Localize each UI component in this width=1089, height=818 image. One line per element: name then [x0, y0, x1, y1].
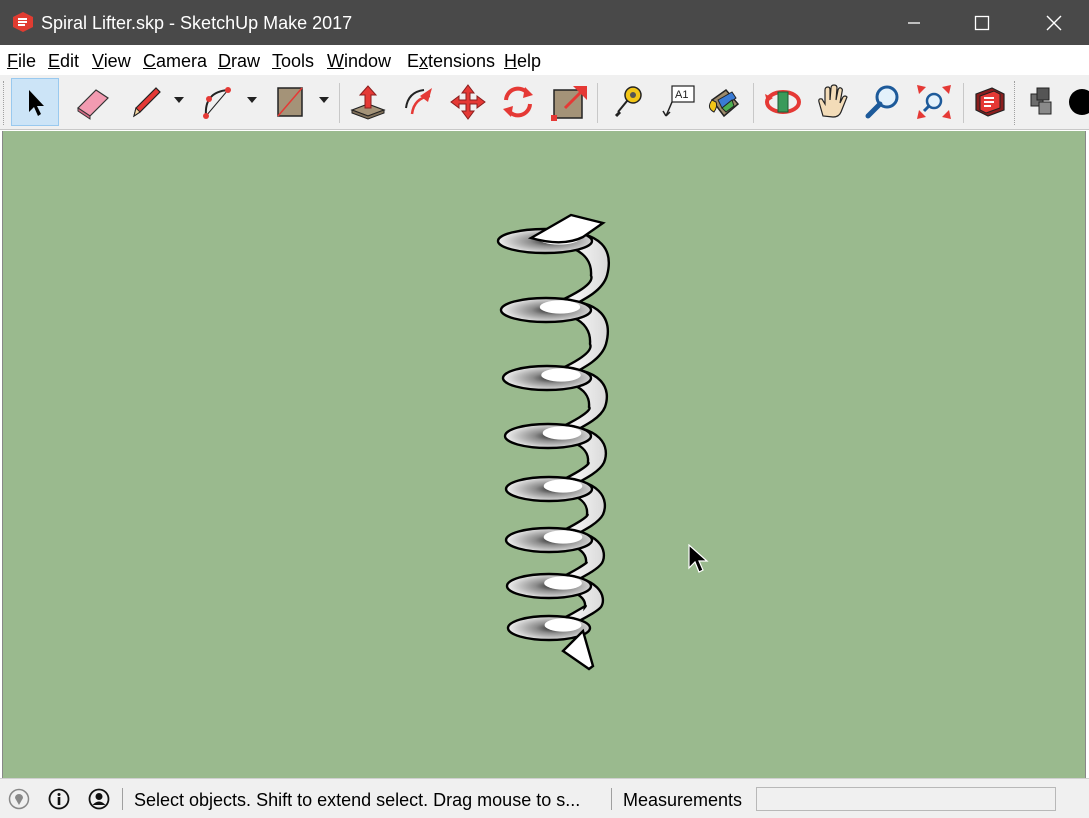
menu-tools[interactable]: Tools [272, 51, 314, 71]
zoom-extents-tool-button[interactable] [910, 78, 958, 126]
menu-bar: File Edit View Camera Draw Tools Window … [0, 45, 1089, 75]
toolbar-separator [753, 83, 754, 123]
toolbar-separator [963, 83, 964, 123]
pan-tool-button[interactable] [809, 78, 857, 126]
text-label-icon: A1 [658, 82, 698, 122]
tape-measure-icon [606, 82, 646, 122]
rotate-tool-button[interactable] [494, 78, 542, 126]
menu-file[interactable]: File [7, 51, 36, 71]
window-title: Spiral Lifter.skp - SketchUp Make 2017 [41, 13, 353, 33]
info-icon[interactable] [47, 787, 71, 811]
user-account-icon[interactable] [87, 787, 111, 811]
status-separator [611, 788, 612, 810]
magnifier-icon [863, 82, 903, 122]
rectangle-tool-dropdown[interactable] [317, 93, 331, 107]
scale-icon [549, 82, 589, 122]
paint-bucket-tool-button[interactable] [700, 78, 748, 126]
black-circle-icon [1062, 85, 1089, 119]
svg-text:A1: A1 [675, 89, 688, 101]
status-message: Select objects. Shift to extend select. … [134, 790, 581, 810]
maximize-button[interactable] [959, 0, 1005, 45]
move-tool-button[interactable] [444, 78, 492, 126]
toolbar-separator [339, 83, 340, 123]
styles-tool-button[interactable] [1055, 78, 1089, 126]
push-pull-tool-button[interactable] [344, 78, 392, 126]
rectangle-tool-button[interactable] [266, 78, 314, 126]
status-bar: Select objects. Shift to extend select. … [0, 778, 1089, 818]
helix-flight-highlight [543, 479, 583, 493]
menu-edit[interactable]: Edit [48, 51, 79, 71]
helix-flight-highlight [544, 576, 582, 590]
maximize-icon [974, 15, 990, 31]
arc-tool-button[interactable] [194, 78, 242, 126]
arrow-cursor-icon [20, 86, 50, 118]
offset-tool-button[interactable] [394, 78, 442, 126]
close-icon [1046, 15, 1062, 31]
sketchup-logo-icon [11, 11, 35, 33]
scale-tool-button[interactable] [545, 78, 593, 126]
helix-flight-highlight [543, 530, 583, 544]
offset-icon [398, 82, 438, 122]
minimize-icon [906, 15, 922, 31]
helix-flight-highlight [544, 618, 582, 632]
zoom-tool-button[interactable] [859, 78, 907, 126]
push-pull-icon [348, 82, 388, 122]
rotate-icon [498, 82, 538, 122]
rectangle-icon [270, 82, 310, 122]
toolbar-grip[interactable] [1014, 81, 1017, 125]
orbit-tool-button[interactable] [759, 78, 807, 126]
measurements-label: Measurements [623, 790, 743, 810]
arc-tool-dropdown[interactable] [245, 93, 259, 107]
spiral-lifter-model[interactable] [3, 131, 1086, 778]
warehouse-tool-button[interactable] [966, 78, 1014, 126]
toolbar-grip[interactable] [3, 81, 6, 125]
zoom-extents-icon [914, 82, 954, 122]
large-tool-set-toolbar: A1 [0, 75, 1089, 130]
arc-icon [198, 82, 238, 122]
orbit-icon [763, 82, 803, 122]
eraser-icon [72, 82, 112, 122]
helix-flight-highlight [542, 426, 582, 440]
eraser-tool-button[interactable] [68, 78, 116, 126]
measurements-input[interactable] [756, 787, 1056, 811]
helix-flight-highlight [541, 368, 581, 382]
mouse-cursor-icon [688, 543, 710, 581]
select-tool-button[interactable] [11, 78, 59, 126]
line-tool-dropdown[interactable] [172, 93, 186, 107]
toolbar-separator [597, 83, 598, 123]
menu-extensions[interactable]: Extensions [407, 51, 495, 71]
helix-surface[interactable] [496, 213, 611, 671]
text-tool-button[interactable]: A1 [654, 78, 702, 126]
line-tool-button[interactable] [122, 78, 170, 126]
status-separator [122, 788, 123, 810]
helix-flight-highlight [539, 300, 581, 314]
drawing-viewport[interactable] [2, 131, 1086, 778]
close-button[interactable] [1031, 0, 1077, 45]
menu-camera[interactable]: Camera [143, 51, 207, 71]
title-bar[interactable]: Spiral Lifter.skp - SketchUp Make 2017 [0, 0, 1089, 45]
menu-window[interactable]: Window [327, 51, 391, 71]
menu-help[interactable]: Help [504, 51, 541, 71]
hand-icon [813, 82, 853, 122]
pencil-icon [126, 82, 166, 122]
geo-location-icon[interactable] [7, 787, 31, 811]
move-arrows-icon [448, 82, 488, 122]
paint-bucket-icon [704, 82, 744, 122]
menu-draw[interactable]: Draw [218, 51, 260, 71]
3d-warehouse-icon [970, 82, 1010, 122]
menu-view[interactable]: View [92, 51, 131, 71]
tape-measure-tool-button[interactable] [602, 78, 650, 126]
minimize-button[interactable] [891, 0, 937, 45]
